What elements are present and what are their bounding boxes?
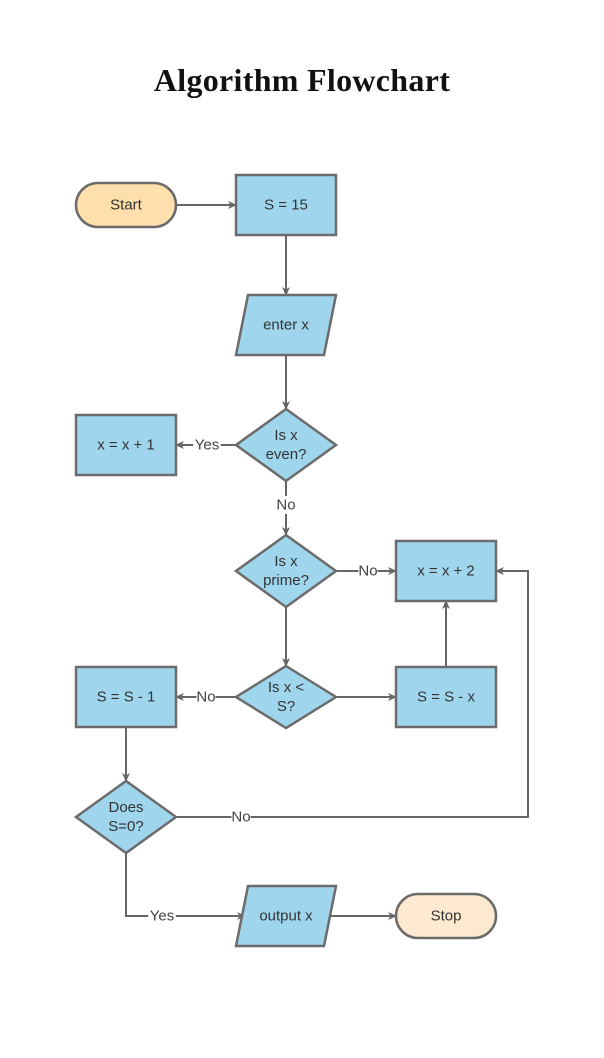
edge-label-no: No <box>196 689 215 706</box>
node-label: Stop <box>431 908 462 925</box>
node-s-minus-x[interactable]: S = S - x <box>394 665 498 729</box>
node-label: x = x + 2 <box>417 563 475 580</box>
decision-shape <box>233 533 339 609</box>
node-is-s-zero[interactable]: Does S=0? <box>73 779 179 855</box>
flowchart-canvas: Start S = 15 enter x Is x even? x = x + 1 Is x… <box>73 173 529 948</box>
decision-shape <box>233 407 339 483</box>
node-output-x[interactable]: output x <box>234 884 338 948</box>
edge-label-no: No <box>231 809 250 826</box>
node-enter-x[interactable]: enter x <box>234 293 338 357</box>
node-stop[interactable]: Stop <box>394 892 498 940</box>
edge-label-no: No <box>276 497 295 514</box>
node-label: Is x < <box>268 679 305 696</box>
node-x-plus-1[interactable]: x = x + 1 <box>74 413 178 477</box>
edge-label-yes: Yes <box>195 437 219 454</box>
node-init-s[interactable]: S = 15 <box>234 173 338 237</box>
node-is-x-less-s[interactable]: Is x < S? <box>233 664 339 730</box>
node-label: Start <box>110 197 143 214</box>
node-label: Is x <box>274 427 298 444</box>
node-label: Is x <box>274 553 298 570</box>
node-is-even[interactable]: Is x even? <box>233 407 339 483</box>
edge-is-s-zero-to-output-x <box>125 853 246 920</box>
edge-label-yes: Yes <box>150 908 174 925</box>
node-label: S = S - x <box>417 689 475 706</box>
node-label: Does <box>108 799 143 816</box>
node-label: prime? <box>263 572 309 589</box>
node-label: S? <box>277 698 295 715</box>
node-label: output x <box>259 908 313 925</box>
node-label: x = x + 1 <box>97 437 155 454</box>
node-x-plus-2[interactable]: x = x + 2 <box>394 539 498 603</box>
decision-shape <box>73 779 179 855</box>
edge-label-no: No <box>358 563 377 580</box>
node-s-minus-1[interactable]: S = S - 1 <box>74 665 178 729</box>
node-is-prime[interactable]: Is x prime? <box>233 533 339 609</box>
node-label: S = S - 1 <box>97 689 156 706</box>
decision-shape <box>233 664 339 730</box>
node-label: even? <box>266 446 307 463</box>
node-label: S=0? <box>108 818 143 835</box>
node-label: enter x <box>263 317 309 334</box>
node-label: S = 15 <box>264 197 308 214</box>
node-start[interactable]: Start <box>74 181 178 229</box>
